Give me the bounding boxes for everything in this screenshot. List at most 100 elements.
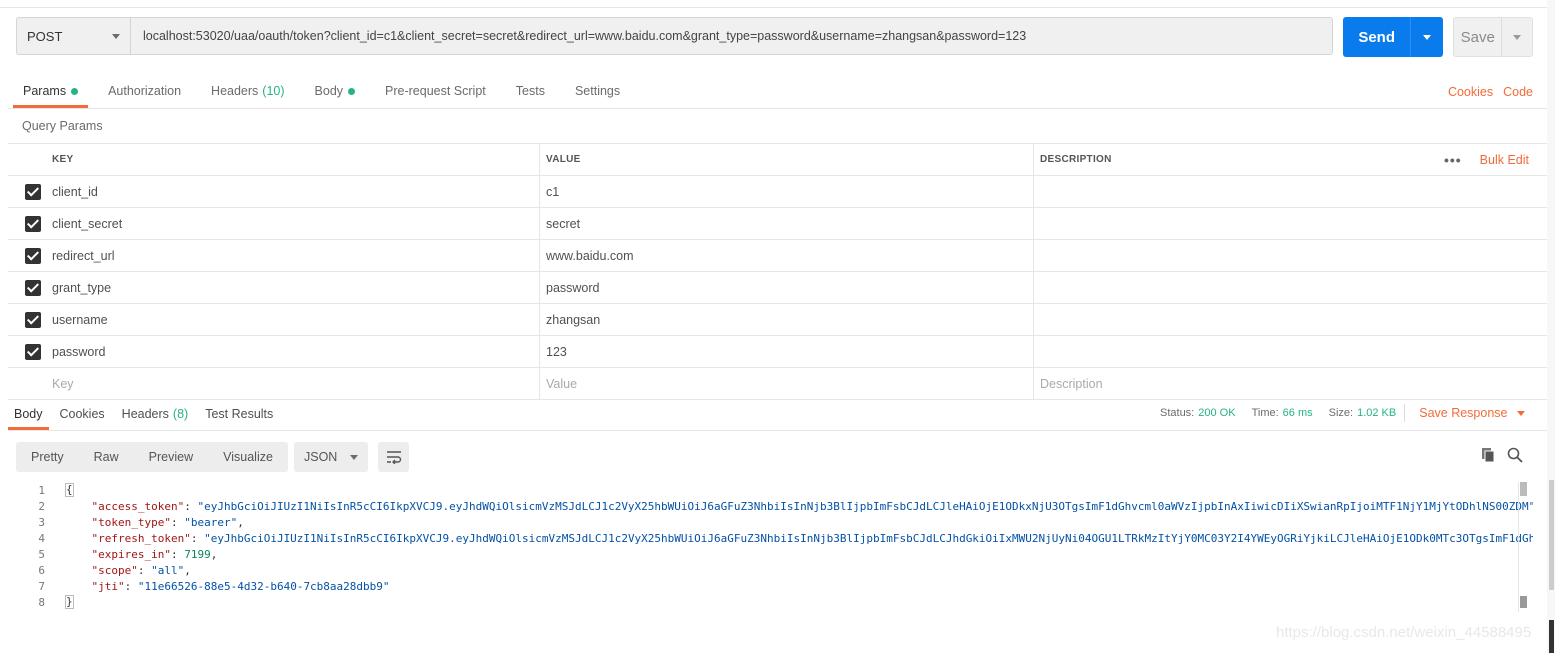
format-toolbar: Pretty Raw Preview Visualize bbox=[16, 442, 288, 472]
tab-tests[interactable]: Tests bbox=[501, 74, 560, 108]
language-select[interactable]: JSON bbox=[294, 442, 368, 472]
url-input[interactable]: localhost:53020/uaa/oauth/token?client_i… bbox=[130, 17, 1333, 55]
param-description[interactable] bbox=[1034, 176, 1547, 207]
line-number: 4 bbox=[38, 531, 45, 545]
tab-label: Authorization bbox=[108, 84, 182, 98]
more-options-icon[interactable]: ••• bbox=[1444, 152, 1462, 168]
tab-response-body[interactable]: Body bbox=[8, 398, 49, 430]
copy-icon[interactable] bbox=[1481, 447, 1495, 463]
param-description[interactable] bbox=[1034, 272, 1547, 303]
param-description[interactable] bbox=[1034, 304, 1547, 335]
tab-settings[interactable]: Settings bbox=[560, 74, 635, 108]
tab-pre-request-script[interactable]: Pre-request Script bbox=[370, 74, 501, 108]
param-key[interactable]: client_secret bbox=[46, 208, 540, 239]
status-value[interactable]: 200 OK bbox=[1198, 407, 1235, 419]
line-number: 6 bbox=[38, 563, 45, 577]
param-key[interactable]: username bbox=[46, 304, 540, 335]
row-checkbox[interactable] bbox=[8, 176, 46, 207]
param-value[interactable]: c1 bbox=[540, 176, 1034, 207]
line-number: 8 bbox=[38, 595, 45, 609]
checkbox-checked-icon bbox=[25, 247, 41, 264]
code-line: 1{ bbox=[8, 482, 1533, 498]
size-label: Size: bbox=[1328, 407, 1354, 419]
param-description[interactable] bbox=[1034, 336, 1547, 367]
size-value[interactable]: 1.02 KB bbox=[1357, 407, 1396, 419]
row-checkbox[interactable] bbox=[8, 240, 46, 271]
response-body-editor[interactable]: 1{ 2 "access_token": "eyJhbGciOiJIUzI1Ni… bbox=[8, 482, 1533, 612]
param-value[interactable]: zhangsan bbox=[540, 304, 1034, 335]
raw-button[interactable]: Raw bbox=[79, 442, 134, 472]
code-line: 4 "refresh_token": "eyJhbGciOiJIUzI1NiIs… bbox=[8, 530, 1533, 546]
save-options-button[interactable] bbox=[1501, 18, 1532, 56]
tab-label: Settings bbox=[574, 84, 621, 98]
param-value[interactable]: 123 bbox=[540, 336, 1034, 367]
tab-response-headers[interactable]: Headers (8) bbox=[116, 398, 195, 430]
tab-params[interactable]: Params bbox=[8, 74, 93, 108]
code-line: 6 "scope": "all", bbox=[8, 562, 1533, 578]
param-description[interactable] bbox=[1034, 208, 1547, 239]
row-checkbox[interactable] bbox=[8, 304, 46, 335]
json-value: "eyJhbGciOiJIUzI1NiIsInR5cCI6IkpXVCJ9.ey… bbox=[197, 499, 1533, 513]
row-checkbox[interactable] bbox=[8, 208, 46, 239]
table-row: redirect_url www.baidu.com bbox=[8, 240, 1547, 272]
param-key[interactable]: password bbox=[46, 336, 540, 367]
checkbox-checked-icon bbox=[25, 215, 41, 232]
request-tabs: Params Authorization Headers (10) Body Pr… bbox=[8, 74, 635, 108]
row-checkbox[interactable] bbox=[8, 336, 46, 367]
param-value[interactable]: secret bbox=[540, 208, 1034, 239]
param-key[interactable]: grant_type bbox=[46, 272, 540, 303]
editor-scrollbar-thumb[interactable] bbox=[1520, 482, 1527, 496]
param-description[interactable] bbox=[1034, 240, 1547, 271]
editor-scrollbar-thumb-bottom[interactable] bbox=[1520, 596, 1527, 608]
watermark: https://blog.csdn.net/weixin_44588495 bbox=[1276, 624, 1532, 641]
description-label: DESCRIPTION bbox=[1040, 154, 1112, 165]
param-key[interactable]: redirect_url bbox=[46, 240, 540, 271]
checkbox-checked-icon bbox=[25, 183, 41, 200]
search-icon[interactable] bbox=[1507, 447, 1523, 463]
status-label: Status: bbox=[1160, 407, 1195, 419]
tab-response-cookies[interactable]: Cookies bbox=[54, 398, 111, 430]
cookies-link[interactable]: Cookies bbox=[1448, 85, 1493, 99]
pretty-button[interactable]: Pretty bbox=[16, 442, 79, 472]
tab-label: Pre-request Script bbox=[385, 84, 486, 98]
bulk-edit-link[interactable]: Bulk Edit bbox=[1480, 153, 1529, 167]
json-field: "scope": "all", bbox=[91, 563, 191, 577]
value-column-header: VALUE bbox=[540, 144, 1034, 175]
language-label: JSON bbox=[304, 450, 338, 464]
row-checkbox[interactable] bbox=[8, 272, 46, 303]
new-key-input[interactable]: Key bbox=[46, 368, 540, 399]
tab-authorization[interactable]: Authorization bbox=[93, 74, 196, 108]
tab-headers[interactable]: Headers (10) bbox=[196, 74, 299, 108]
code-line: 3 "token_type": "bearer", bbox=[8, 514, 1533, 530]
modified-dot-icon bbox=[348, 87, 356, 95]
save-button-group[interactable]: Save bbox=[1453, 17, 1533, 57]
method-label: POST bbox=[27, 28, 63, 44]
method-select[interactable]: POST bbox=[16, 17, 130, 55]
table-row: client_id c1 bbox=[8, 176, 1547, 208]
param-key[interactable]: client_id bbox=[46, 176, 540, 207]
send-button-group[interactable]: Send bbox=[1343, 17, 1443, 57]
save-button[interactable]: Save bbox=[1454, 18, 1501, 56]
tab-test-results[interactable]: Test Results bbox=[199, 398, 279, 430]
wrap-lines-button[interactable] bbox=[378, 442, 409, 472]
tab-body[interactable]: Body bbox=[300, 74, 371, 108]
headers-count: (8) bbox=[172, 407, 189, 421]
new-description-input[interactable]: Description bbox=[1034, 368, 1547, 399]
code-line: 2 "access_token": "eyJhbGciOiJIUzI1NiIsI… bbox=[8, 498, 1533, 514]
new-value-input[interactable]: Value bbox=[540, 368, 1034, 399]
param-value[interactable]: password bbox=[540, 272, 1034, 303]
page-scrollbar-thumb[interactable] bbox=[1549, 480, 1554, 590]
param-value[interactable]: www.baidu.com bbox=[540, 240, 1034, 271]
code-link[interactable]: Code bbox=[1503, 85, 1533, 99]
save-response-button[interactable]: Save Response bbox=[1419, 406, 1525, 420]
preview-button[interactable]: Preview bbox=[134, 442, 208, 472]
json-value: "eyJhbGciOiJIUzI1NiIsInR5cCI6IkpXVCJ9.ey… bbox=[204, 531, 1533, 545]
json-key: "token_type" bbox=[91, 515, 171, 529]
editor-scrollbar[interactable] bbox=[1518, 482, 1527, 612]
visualize-button[interactable]: Visualize bbox=[208, 442, 288, 472]
time-value[interactable]: 66 ms bbox=[1283, 407, 1313, 419]
json-key: "refresh_token" bbox=[91, 531, 191, 545]
send-button[interactable]: Send bbox=[1343, 17, 1410, 57]
send-options-button[interactable] bbox=[1410, 17, 1443, 57]
tab-links: Cookies Code bbox=[1448, 85, 1533, 99]
